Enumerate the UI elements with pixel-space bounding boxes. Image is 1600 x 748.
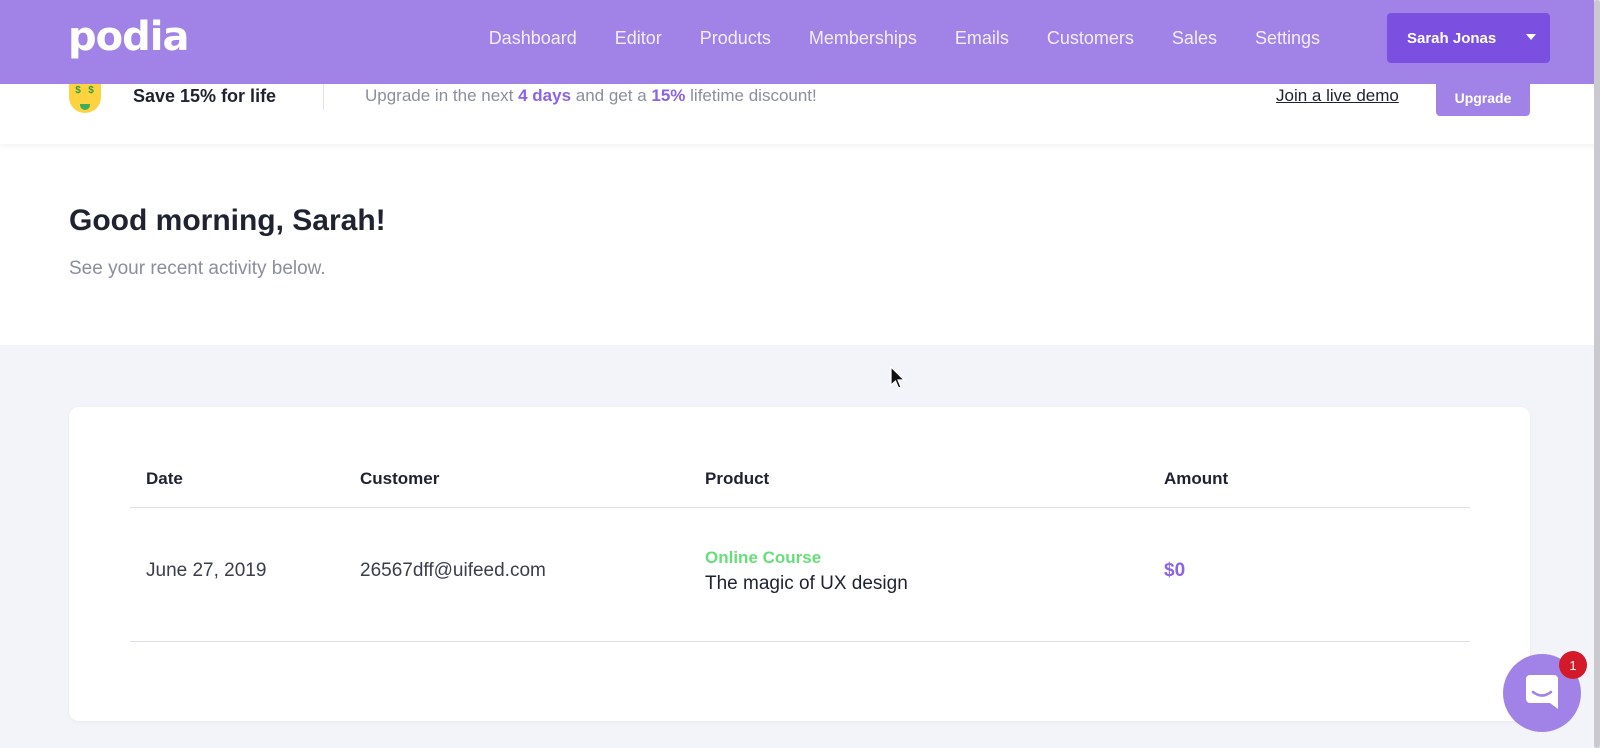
product-name[interactable]: The magic of UX design (705, 573, 908, 595)
user-menu-button[interactable]: Sarah Jonas (1387, 13, 1550, 63)
greeting-section: Good morning, Sarah! See your recent act… (0, 144, 1600, 345)
podia-logo[interactable]: podia (68, 15, 189, 59)
promo-title: Save 15% for life (133, 86, 277, 106)
promo-banner: $ $ Save 15% for life Upgrade in the nex… (0, 80, 1600, 144)
nav-memberships[interactable]: Memberships (809, 28, 917, 49)
top-navigation: podia Dashboard Editor Products Membersh… (0, 0, 1600, 84)
column-header-customer: Customer (360, 469, 440, 488)
product-type-label: Online Course (705, 548, 822, 567)
dashboard-page: podia Dashboard Editor Products Membersh… (0, 0, 1600, 748)
recent-sales-card: Date Customer Product Amount June 27, 20… (69, 407, 1530, 721)
page-subtitle: See your recent activity below. (69, 258, 326, 279)
header-divider (130, 507, 1470, 508)
column-header-product: Product (705, 469, 770, 488)
nav-customers[interactable]: Customers (1047, 28, 1134, 49)
money-mouth-face-icon: $ $ (69, 84, 101, 113)
column-header-amount: Amount (1164, 469, 1229, 488)
nav-emails[interactable]: Emails (955, 28, 1009, 49)
page-title: Good morning, Sarah! (69, 204, 386, 237)
mouse-cursor-icon (890, 366, 906, 389)
promo-text: Upgrade in the next 4 days and get a 15%… (365, 86, 817, 105)
promo-days: 4 days (518, 86, 572, 105)
join-live-demo-link[interactable]: Join a live demo (1276, 84, 1399, 108)
sale-customer-email[interactable]: 26567dff@uifeed.com (360, 560, 546, 582)
nav-products[interactable]: Products (700, 28, 771, 49)
column-header-date: Date (146, 469, 183, 488)
chat-notification-badge: 1 (1559, 651, 1587, 679)
promo-discount: 15% (651, 86, 686, 105)
caret-down-icon (1526, 34, 1536, 40)
promo-divider (323, 84, 324, 110)
sale-date: June 27, 2019 (146, 560, 267, 581)
nav-settings[interactable]: Settings (1255, 28, 1320, 49)
chat-bubble-icon (1526, 675, 1558, 709)
scrollbar-thumb[interactable] (1594, 0, 1600, 748)
upgrade-button[interactable]: Upgrade (1436, 80, 1530, 116)
nav-editor[interactable]: Editor (615, 28, 662, 49)
main-nav: Dashboard Editor Products Memberships Em… (489, 0, 1320, 76)
nav-sales[interactable]: Sales (1172, 28, 1217, 49)
sale-amount: $0 (1164, 560, 1186, 581)
nav-dashboard[interactable]: Dashboard (489, 28, 577, 49)
user-menu-label: Sarah Jonas (1407, 29, 1497, 47)
row-divider (130, 641, 1470, 642)
